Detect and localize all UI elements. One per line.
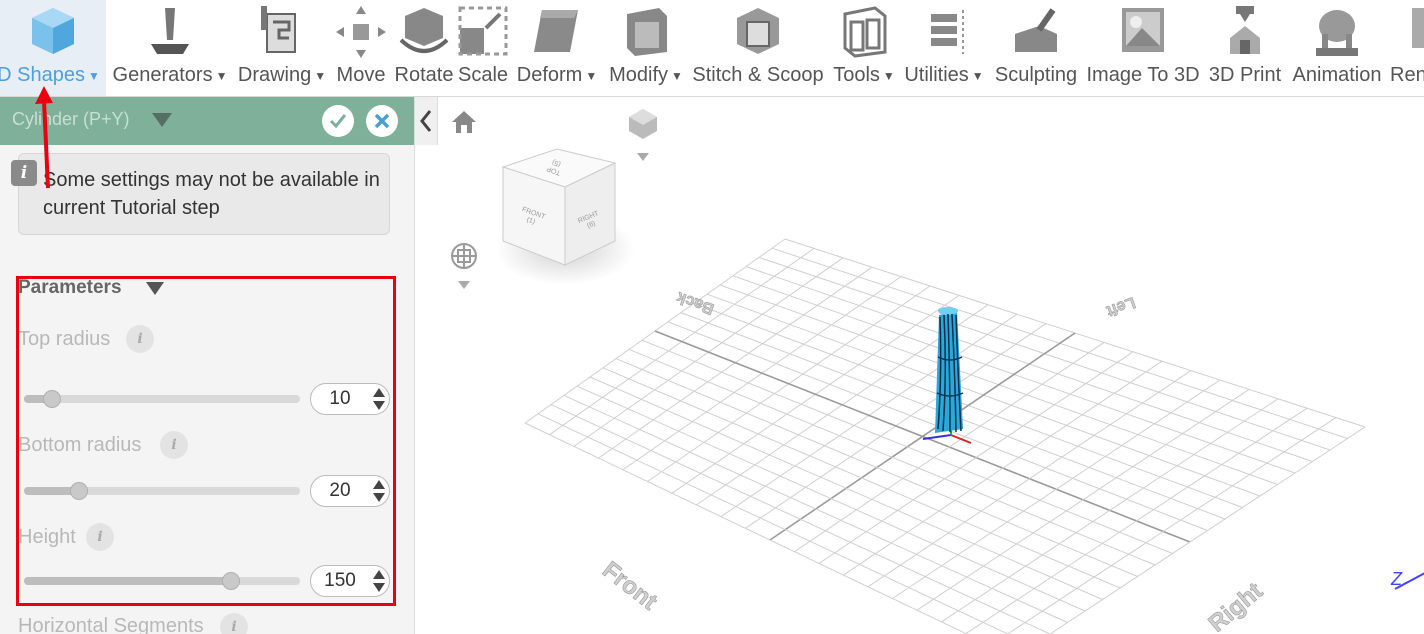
tools-icon (843, 6, 887, 58)
tool-animation[interactable]: Animation (1288, 0, 1386, 96)
tool-rotate[interactable]: Rotate (392, 0, 456, 96)
info-icon[interactable]: i (220, 613, 248, 634)
deform-icon (534, 10, 578, 52)
utilities-icon (931, 10, 964, 54)
cylinder-model[interactable] (915, 297, 995, 457)
axis-label-right: Right (1204, 577, 1268, 634)
tool-modify[interactable]: Modify ▼ (604, 0, 688, 96)
rotate-icon (399, 8, 449, 53)
tool-scale[interactable]: Scale (458, 0, 508, 96)
horizontal-segments-label: Horizontal Segments (18, 615, 204, 634)
axis-label-left: Left (1103, 293, 1137, 319)
stitch-scoop-icon (737, 8, 779, 54)
sculpting-icon (1015, 8, 1057, 52)
annotation-arrow (35, 86, 53, 189)
image-to-3d-icon (1122, 8, 1164, 52)
tool-move[interactable]: Move (334, 0, 388, 96)
tool-deform[interactable]: Deform ▼ (512, 0, 602, 96)
tool-render[interactable]: Ren (1388, 0, 1424, 96)
tool-utilities[interactable]: Utilities ▼ (900, 0, 988, 96)
highlight-annotation (16, 276, 396, 606)
checkmark-icon (329, 114, 347, 129)
tool-label: Sculpting (994, 64, 1078, 86)
tool-stitch-scoop[interactable]: Stitch & Scoop (690, 0, 826, 96)
tool-label: Deform (516, 64, 583, 86)
tool-tools[interactable]: Tools ▼ (830, 0, 898, 96)
3d-print-icon (1230, 6, 1260, 54)
tool-label: Drawing (237, 64, 312, 86)
3d-viewport[interactable]: TOP(5) FRONT(1) RIGHT(6) Back Left Front… (415, 97, 1424, 634)
tool-label: Scale (458, 64, 509, 86)
main-toolbar: 3D Shapes▼ Generators▼ Drawing▼ Move Rot… (0, 0, 1424, 97)
notice-text: Some settings may not be available in cu… (43, 169, 380, 219)
close-icon (374, 113, 390, 129)
move-icon (336, 6, 386, 58)
tool-label: Animation (1292, 64, 1382, 86)
tool-sculpting[interactable]: Sculpting (990, 0, 1082, 96)
tool-3d-print[interactable]: 3D Print (1204, 0, 1286, 96)
tutorial-notice: i Some settings may not be available in … (11, 153, 390, 235)
scale-icon (458, 6, 508, 56)
tool-drawing[interactable]: Drawing ▼ (234, 0, 330, 96)
axis-label-back: Back (675, 288, 717, 317)
tool-label: Stitch & Scoop (692, 64, 824, 86)
cube-icon (32, 8, 74, 54)
tool-label: 3D Print (1208, 64, 1282, 86)
tool-label: Generators (112, 64, 213, 86)
tool-label: Rotate (394, 64, 454, 86)
chevron-down-icon[interactable] (152, 113, 172, 127)
tool-label: Modify (609, 64, 668, 86)
tool-label: Tools (833, 64, 880, 86)
tool-label: Move (336, 64, 386, 86)
modify-icon (627, 8, 667, 56)
axis-label-front: Front (597, 556, 662, 615)
tool-label: Utilities (904, 64, 969, 86)
pencil-icon (261, 6, 296, 53)
tool-label: Image To 3D (1086, 64, 1200, 86)
cancel-button[interactable] (366, 105, 398, 137)
animation-icon (1316, 10, 1358, 56)
apply-button[interactable] (322, 105, 354, 137)
tool-generators[interactable]: Generators ▼ (108, 0, 232, 96)
tool-image-to-3d[interactable]: Image To 3D (1084, 0, 1202, 96)
generator-icon (151, 8, 189, 54)
render-icon (1412, 8, 1424, 48)
tool-label: Ren (1390, 64, 1424, 86)
